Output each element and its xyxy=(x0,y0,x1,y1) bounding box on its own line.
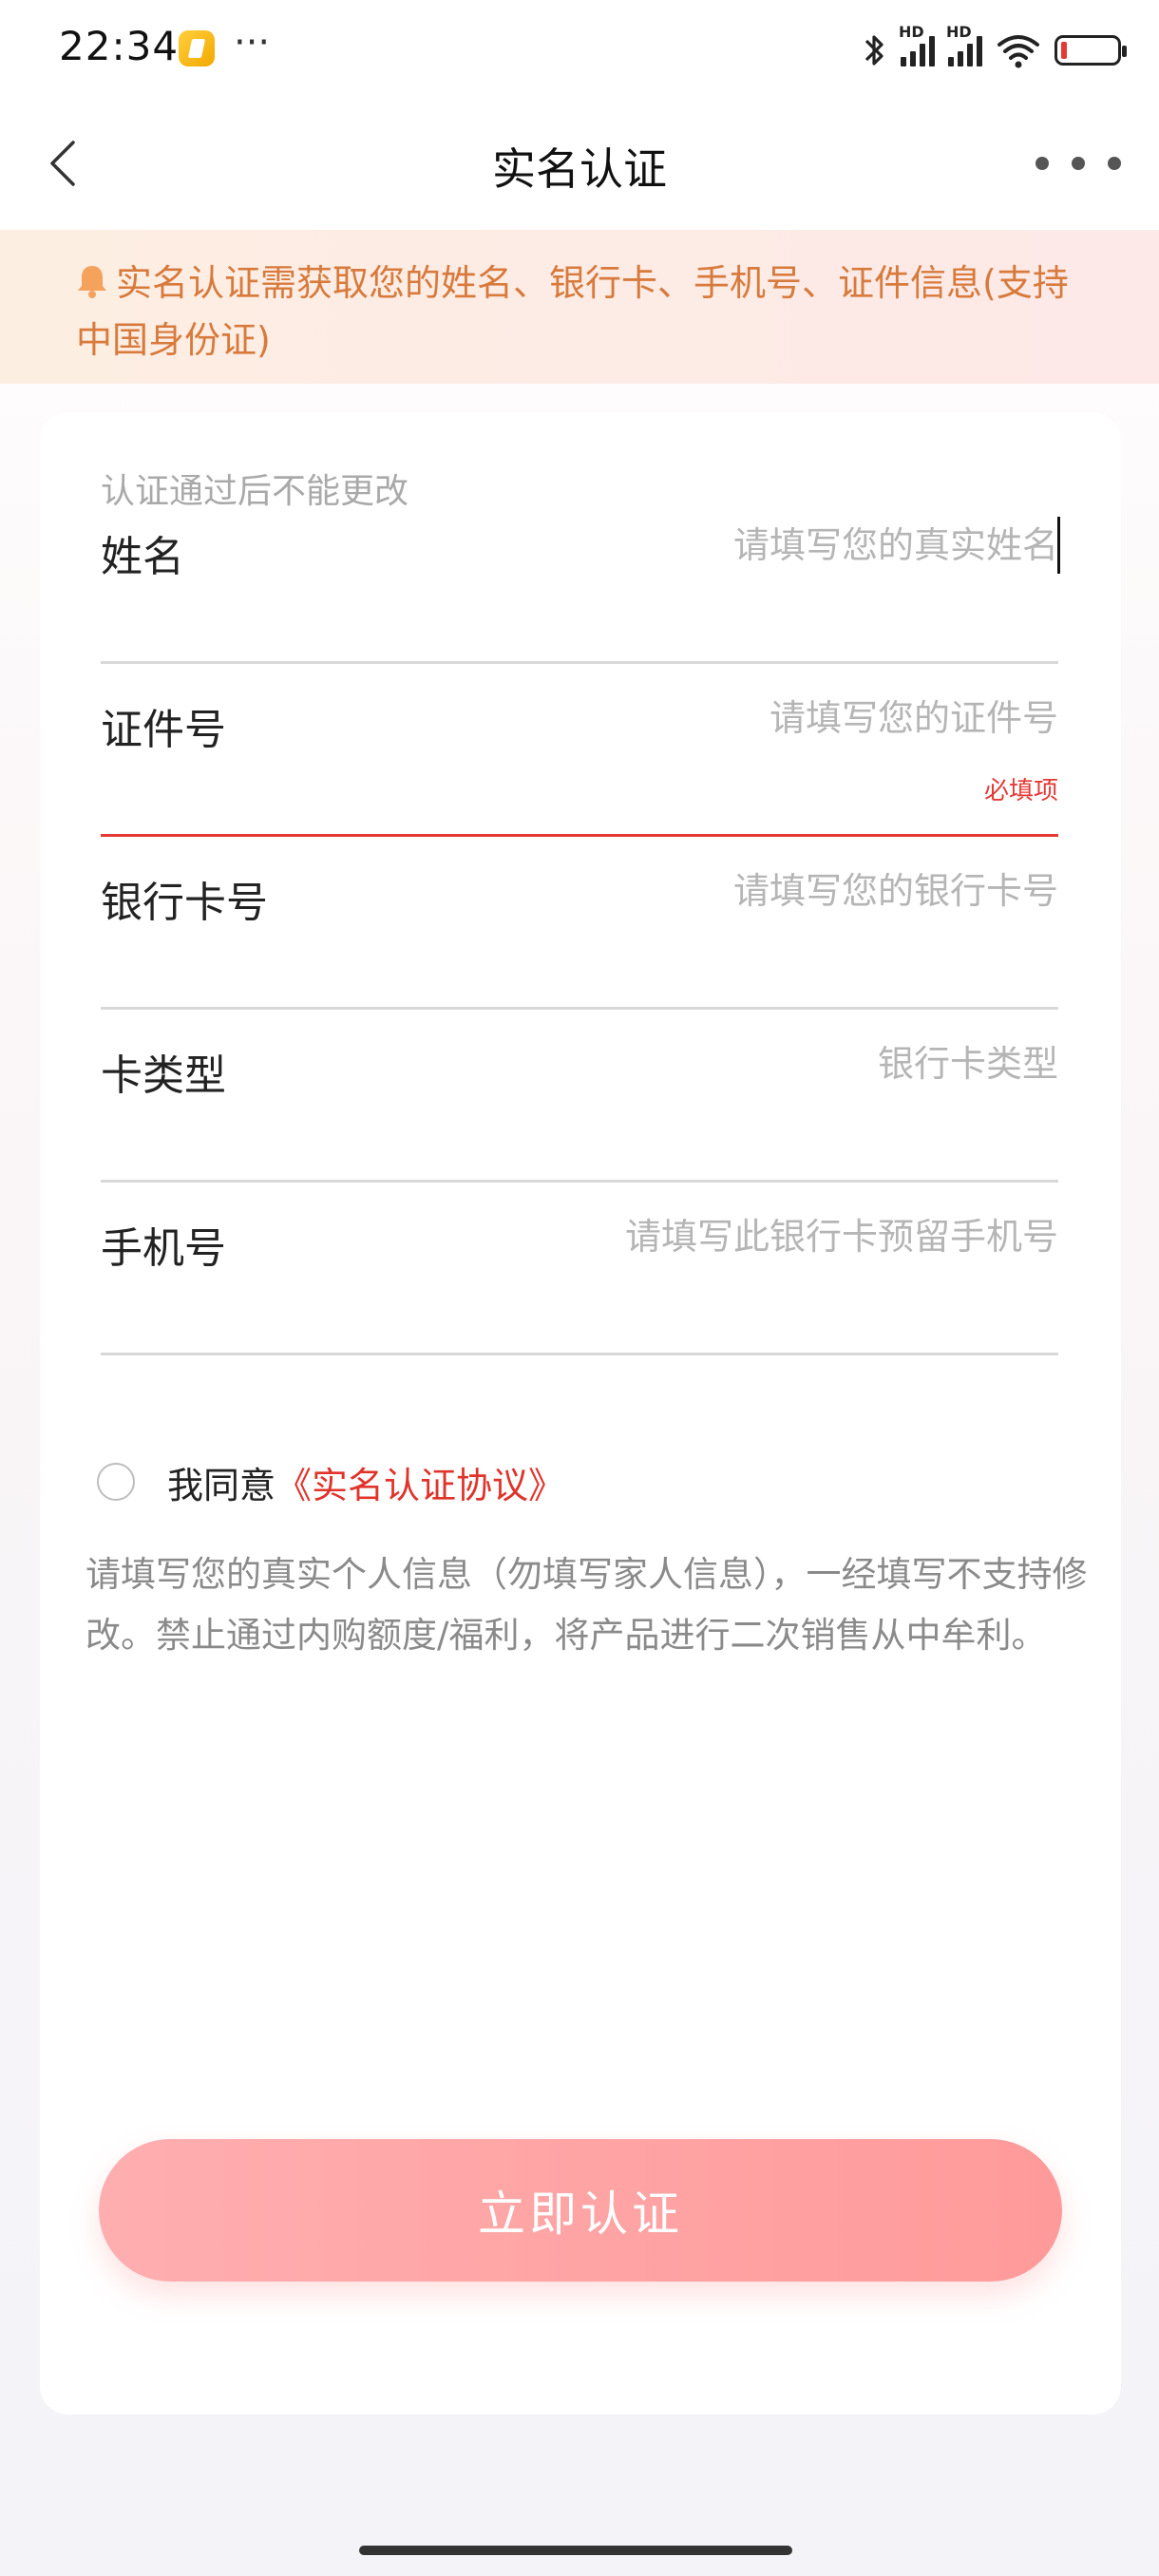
bluetooth-icon xyxy=(864,35,884,66)
more-notifications-icon: ··· xyxy=(234,21,271,65)
signal-icon-2: HD xyxy=(946,23,982,66)
agree-text: 我同意 xyxy=(167,1464,276,1506)
status-icons: HD HD xyxy=(863,23,1127,74)
nav-bar: 实名认证 xyxy=(0,99,1159,230)
agreement-row: 我同意 《实名认证协议》 xyxy=(97,1451,564,1512)
id-number-input[interactable] xyxy=(393,697,1058,739)
notice-banner: 实名认证需获取您的姓名、银行卡、手机号、证件信息(支持中国身份证) xyxy=(0,230,1159,384)
submit-verify-button[interactable]: 立即认证 xyxy=(99,2139,1062,2282)
name-row: 姓名 xyxy=(101,488,1060,664)
required-error-text: 必填项 xyxy=(983,777,1058,805)
signal-icon: HD xyxy=(899,23,935,66)
agreement-link[interactable]: 《实名认证协议》 xyxy=(276,1456,564,1508)
page-title: 实名认证 xyxy=(492,143,667,195)
disclaimer-text: 请填写您的真实个人信息（勿填写家人信息），一经填写不支持修改。禁止通过内购额度/… xyxy=(86,1554,1088,1656)
more-dot-icon xyxy=(1072,157,1085,170)
verification-form-card: 认证通过后不能更改 姓名 证件号 必填项 银行卡号 卡类型 手机号 我同意 《实… xyxy=(40,412,1121,2415)
name-input[interactable] xyxy=(393,524,1058,566)
phone-row: 手机号 xyxy=(101,1180,1058,1355)
name-label: 姓名 xyxy=(101,533,184,581)
card-type-row: 卡类型 xyxy=(101,1007,1058,1183)
text-cursor xyxy=(1057,517,1060,574)
more-options-button[interactable] xyxy=(1036,144,1121,182)
bank-card-label: 银行卡号 xyxy=(101,879,268,927)
more-dot-icon xyxy=(1036,157,1049,170)
home-indicator[interactable] xyxy=(359,2546,792,2555)
card-type-label: 卡类型 xyxy=(101,1051,226,1100)
agree-checkbox[interactable] xyxy=(97,1463,135,1501)
bank-card-row: 银行卡号 xyxy=(101,834,1058,1010)
id-number-label: 证件号 xyxy=(101,706,226,754)
bank-card-input[interactable] xyxy=(393,870,1058,912)
battery-icon xyxy=(1054,35,1127,66)
wifi-icon xyxy=(998,35,1039,68)
status-bar: 22:34 ··· HD HD xyxy=(0,0,1159,99)
status-time: 22:34 xyxy=(59,23,180,69)
bell-icon xyxy=(78,266,106,298)
phone-label: 手机号 xyxy=(101,1224,226,1273)
more-dot-icon xyxy=(1108,157,1121,170)
notification-app-icon xyxy=(179,30,215,66)
id-number-row: 证件号 必填项 xyxy=(101,661,1058,837)
card-type-input[interactable] xyxy=(393,1043,1058,1085)
notice-text: 实名认证需获取您的姓名、银行卡、手机号、证件信息(支持中国身份证) xyxy=(76,262,1069,361)
phone-input[interactable] xyxy=(393,1216,1058,1258)
